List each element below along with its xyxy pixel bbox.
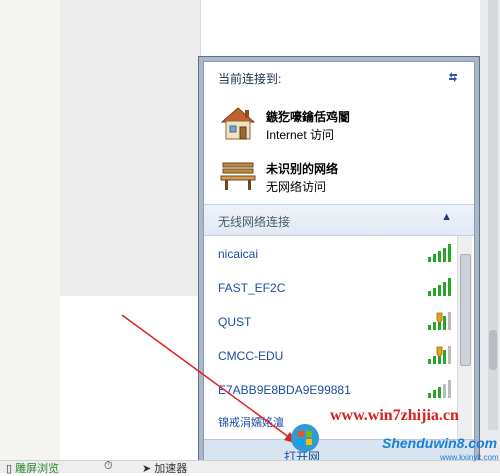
wifi-network-item[interactable]: nicaicai: [218, 247, 258, 261]
background-left-panel: [0, 0, 60, 460]
background-blank-area: [60, 296, 200, 461]
signal-strength-icon: [426, 378, 454, 400]
wifi-network-item[interactable]: E7ABB9E8BDA9E99881: [218, 383, 351, 397]
taskbar-item-label: 加速器: [154, 463, 188, 475]
wifi-network-item[interactable]: QUST: [218, 315, 251, 329]
wifi-network-item[interactable]: FAST_EF2C: [218, 281, 285, 295]
speed-icon: ⏱: [104, 460, 113, 472]
watermark-site: www.kxinyk.com: [440, 453, 499, 462]
page-scrollbar-thumb[interactable]: [489, 330, 497, 370]
bench-icon: [218, 156, 258, 194]
currently-connected-label: 当前连接到:: [218, 72, 282, 86]
wireless-section-label: 无线网络连接: [218, 215, 291, 229]
connected-network-status: Internet 访问: [266, 128, 335, 142]
taskbar-item-label: 雕屏浏览: [15, 463, 60, 475]
refresh-icon[interactable]: [446, 70, 460, 84]
wireless-section-header[interactable]: 无线网络连接 ▲: [204, 204, 474, 236]
taskbar-item[interactable]: ➤ 加速器: [142, 460, 187, 476]
watermark-brand: Shenduwin8.com: [382, 435, 498, 451]
page-scrollbar[interactable]: [488, 0, 498, 430]
wifi-network-item[interactable]: CMCC-EDU: [218, 349, 283, 363]
phone-icon: ▯: [6, 463, 13, 475]
secured-signal-icon: [426, 344, 454, 366]
unidentified-network-status: 无网络访问: [266, 180, 327, 194]
scrollbar-thumb[interactable]: [460, 254, 471, 366]
taskbar-item[interactable]: ▯ 雕屏浏览: [6, 460, 59, 476]
signal-strength-icon: [426, 276, 454, 298]
unidentified-network-name: 未识别的网络: [266, 162, 339, 176]
connected-network-name: 鏃犵嚎鑰佸鸡閽: [266, 110, 351, 124]
wifi-network-item[interactable]: 锦戒涓嬬姳澶: [218, 414, 284, 430]
signal-strength-icon: [426, 242, 454, 264]
secured-signal-icon: [426, 310, 454, 332]
house-icon: [218, 104, 258, 142]
watermark: www.win7zhijia.cn Shenduwin8.com www.kxi…: [290, 405, 499, 465]
background-page-area: [60, 0, 201, 296]
rocket-icon: ➤: [142, 463, 152, 475]
watermark-url: www.win7zhijia.cn: [330, 407, 459, 424]
windows-logo-icon: [291, 424, 319, 452]
taskbar-item[interactable]: ⏱: [104, 460, 113, 473]
chevron-up-icon[interactable]: ▲: [441, 211, 452, 223]
